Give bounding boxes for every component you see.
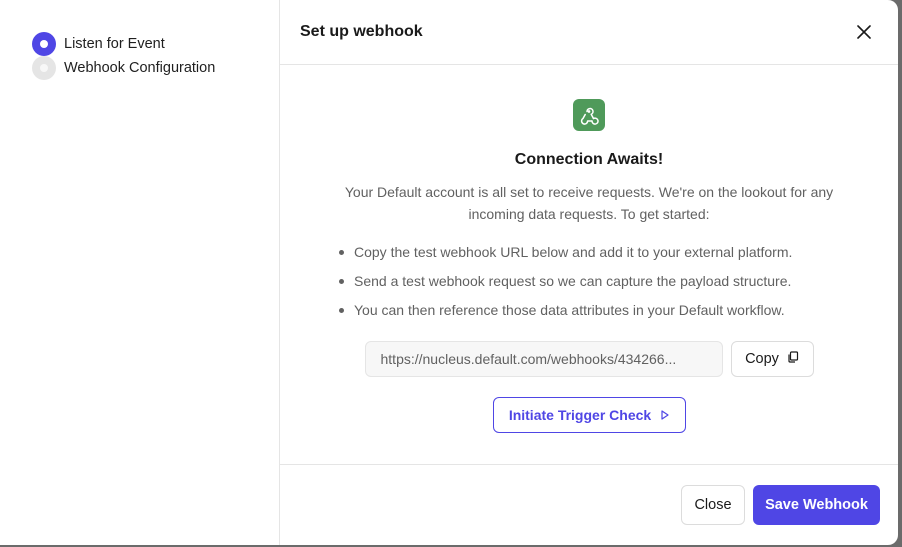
dialog-title: Set up webhook: [300, 23, 423, 40]
step-webhook-configuration[interactable]: Webhook Configuration: [32, 56, 279, 80]
step-pending-indicator-icon: [32, 56, 56, 80]
close-icon[interactable]: [850, 18, 878, 46]
step-active-indicator-icon: [32, 32, 56, 56]
step-label: Webhook Configuration: [64, 60, 216, 76]
step-listen-for-event[interactable]: Listen for Event: [32, 32, 279, 56]
play-icon: [661, 407, 669, 423]
step-label: Listen for Event: [64, 36, 165, 52]
list-item: Send a test webhook request so we can ca…: [339, 271, 839, 291]
copy-button-label: Copy: [745, 351, 779, 367]
copy-url-button[interactable]: Copy: [730, 341, 814, 377]
save-webhook-button[interactable]: Save Webhook: [753, 485, 880, 525]
instructions-list: Copy the test webhook URL below and add …: [339, 242, 839, 320]
stepper-sidebar: Listen for Event Webhook Configuration: [0, 0, 280, 545]
webhook-icon: [573, 99, 605, 131]
dialog-main: Set up webhook Connection Awaits! Your D…: [280, 0, 898, 545]
dialog-footer: Close Save Webhook: [280, 465, 898, 545]
dialog-body: Connection Awaits! Your Default account …: [280, 65, 898, 465]
url-row: https://nucleus.default.com/webhooks/434…: [364, 341, 814, 377]
webhook-modal: Listen for Event Webhook Configuration S…: [0, 0, 898, 545]
dialog-header: Set up webhook: [280, 0, 898, 65]
connection-heading: Connection Awaits!: [514, 151, 664, 168]
list-item: Copy the test webhook URL below and add …: [339, 242, 839, 262]
close-button[interactable]: Close: [681, 485, 745, 525]
webhook-url-field[interactable]: https://nucleus.default.com/webhooks/434…: [364, 341, 723, 377]
connection-description: Your Default account is all set to recei…: [344, 184, 834, 222]
trigger-button-label: Initiate Trigger Check: [508, 407, 652, 423]
list-item: You can then reference those data attrib…: [339, 300, 839, 320]
copy-icon: [787, 351, 799, 367]
initiate-trigger-check-button[interactable]: Initiate Trigger Check: [492, 397, 686, 433]
